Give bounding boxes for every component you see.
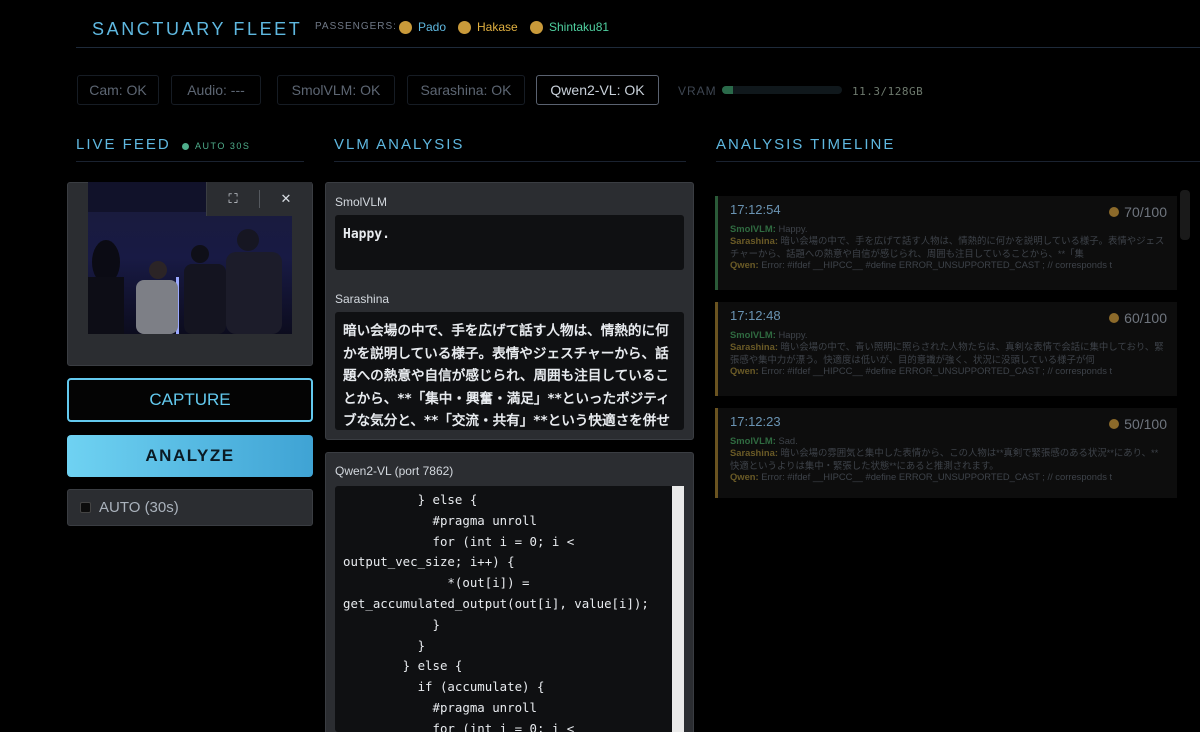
status-audio: Audio: --- (171, 75, 261, 105)
divider (76, 161, 304, 162)
vram-fill (722, 86, 733, 94)
qwen-label: Qwen2-VL (port 7862) (335, 464, 454, 478)
auto-badge: AUTO 30S (182, 141, 250, 151)
label: Sarashina: (730, 235, 778, 247)
label: Sarashina: (730, 447, 778, 459)
entry-score: 70/100 (1109, 204, 1167, 220)
text: Happy. (778, 329, 808, 340)
text: Error: #ifdef __HIPCC__ #define ERROR_UN… (761, 259, 1113, 271)
sarashina-output: 暗い会場の中で、手を広げて話す人物は、情熱的に何かを説明している様子。表情やジェ… (335, 312, 684, 430)
sarashina-label: Sarashina (335, 292, 390, 306)
passenger-name: Hakase (477, 20, 518, 34)
entry-time: 17:12:48 (730, 308, 781, 323)
text: 暗い会場の雰囲気と集中した表情から、この人物は**真剣で緊張感のある状況**にあ… (730, 447, 1159, 471)
entry-qwen: Qwen: Error: #ifdef __HIPCC__ #define ER… (730, 365, 1165, 377)
entry-sarashina: Sarashina: 暗い会場の中で、手を広げて話す人物は、情熱的に何かを説明し… (730, 235, 1165, 259)
label: SmolVLM: (730, 329, 776, 340)
status-dot (182, 142, 189, 150)
status-cam: Cam: OK (77, 75, 159, 105)
entry-qwen: Qwen: Error: #ifdef __HIPCC__ #define ER… (730, 471, 1165, 483)
live-feed-title: LIVE FEED (76, 136, 171, 153)
status-qwen2vl: Qwen2-VL: OK (536, 75, 659, 105)
passenger-shintaku81[interactable]: Shintaku81 (530, 20, 609, 34)
analysis-timeline-title: ANALYSIS TIMELINE (716, 136, 896, 153)
smolvlm-output: Happy. (335, 215, 684, 270)
qwen-output: } else { #pragma unroll for (int i = 0; … (335, 486, 684, 732)
timeline-scrollbar[interactable] (1180, 190, 1190, 240)
label: Qwen: (730, 471, 759, 483)
label: Qwen: (730, 365, 759, 377)
timeline-entry[interactable]: 17:12:54 70/100 SmolVLM: Happy. Sarashin… (715, 196, 1177, 290)
label: SmolVLM: (730, 435, 776, 446)
entry-score: 60/100 (1109, 310, 1167, 326)
entry-time: 17:12:54 (730, 202, 781, 217)
text: 暗い会場の中で、手を広げて話す人物は、情熱的に何かを説明している様子。表情やジェ… (730, 235, 1165, 259)
avatar (458, 20, 471, 34)
entry-smolvlm: SmolVLM: Sad. (730, 435, 1165, 447)
label: Sarashina: (730, 341, 778, 353)
smolvlm-label: SmolVLM (335, 195, 388, 209)
passengers-label: PASSENGERS: (315, 21, 397, 32)
text: Error: #ifdef __HIPCC__ #define ERROR_UN… (761, 471, 1113, 483)
passenger-name: Shintaku81 (549, 20, 610, 34)
analyze-button[interactable]: ANALYZE (67, 435, 313, 477)
text: Sad. (778, 435, 798, 446)
text: Happy. (778, 223, 808, 234)
entry-smolvlm: SmolVLM: Happy. (730, 329, 1165, 341)
label: SmolVLM: (730, 223, 776, 234)
status-sarashina: Sarashina: OK (407, 75, 525, 105)
qwen-scrollbar[interactable] (672, 486, 684, 732)
score-value: 50/100 (1124, 416, 1167, 432)
label: Qwen: (730, 259, 759, 271)
video-controls: ⛶ ✕ (206, 182, 312, 216)
passenger-pado[interactable]: Pado (399, 20, 446, 34)
score-value: 60/100 (1124, 310, 1167, 326)
entry-sarashina: Sarashina: 暗い会場の中で、青い照明に照らされた人物たちは、真剣な表情… (730, 341, 1165, 365)
passenger-hakase[interactable]: Hakase (458, 20, 518, 34)
entry-time: 17:12:23 (730, 414, 781, 429)
vram-label: VRAM (678, 84, 717, 98)
status-smolvlm: SmolVLM: OK (277, 75, 395, 105)
passenger-name: Pado (418, 20, 447, 34)
coin-icon (1109, 419, 1120, 429)
app-title: SANCTUARY FLEET (92, 19, 303, 39)
capture-button[interactable]: CAPTURE (67, 378, 313, 422)
divider (334, 161, 686, 162)
avatar (530, 20, 543, 34)
vram-progress (722, 86, 842, 94)
auto-toggle[interactable]: AUTO (30s) (67, 489, 313, 526)
vram-value: 11.3/128GB (852, 85, 924, 98)
text: Error: #ifdef __HIPCC__ #define ERROR_UN… (761, 365, 1113, 377)
auto-toggle-label: AUTO (30s) (99, 499, 179, 516)
avatar (399, 20, 412, 34)
entry-score: 50/100 (1109, 416, 1167, 432)
timeline-entry[interactable]: 17:12:23 50/100 SmolVLM: Sad. Sarashina:… (715, 408, 1177, 498)
entry-smolvlm: SmolVLM: Happy. (730, 223, 1165, 235)
text: 暗い会場の中で、青い照明に照らされた人物たちは、真剣な表情で会話に集中しており、… (730, 341, 1164, 365)
coin-icon (1109, 313, 1120, 323)
close-icon[interactable]: ✕ (260, 182, 312, 216)
auto-badge-label: AUTO 30S (195, 141, 251, 151)
app-header: SANCTUARY FLEET PASSENGERS: Pado Hakase … (76, 0, 1200, 48)
entry-qwen: Qwen: Error: #ifdef __HIPCC__ #define ER… (730, 259, 1165, 271)
timeline-entry[interactable]: 17:12:48 60/100 SmolVLM: Happy. Sarashin… (715, 302, 1177, 396)
divider (716, 161, 1200, 162)
coin-icon (1109, 207, 1120, 217)
fullscreen-icon[interactable]: ⛶ (207, 182, 259, 216)
auto-checkbox[interactable] (80, 502, 91, 513)
vlm-analysis-title: VLM ANALYSIS (334, 136, 465, 153)
score-value: 70/100 (1124, 204, 1167, 220)
entry-sarashina: Sarashina: 暗い会場の雰囲気と集中した表情から、この人物は**真剣で緊… (730, 447, 1165, 471)
